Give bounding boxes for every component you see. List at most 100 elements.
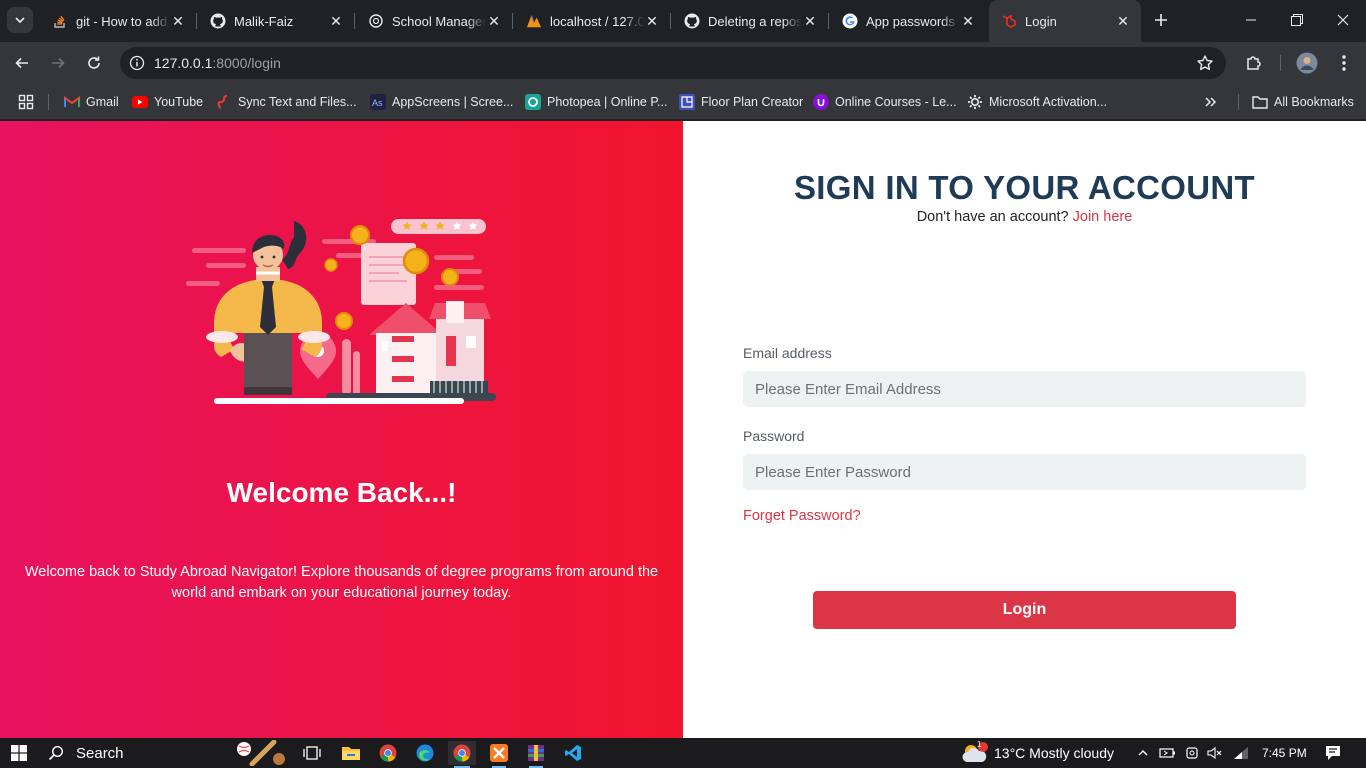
baseball-icon bbox=[237, 740, 285, 766]
bookmark-youtube[interactable]: YouTube bbox=[132, 91, 203, 113]
password-label: Password bbox=[743, 428, 805, 444]
bookmark-floor-plan[interactable]: Floor Plan Creator bbox=[679, 91, 803, 113]
bookmark-label: Photopea | Online P... bbox=[547, 95, 668, 109]
address-bar[interactable]: 127.0.0.1:8000/login bbox=[120, 47, 1226, 79]
network-status-icon[interactable] bbox=[1157, 741, 1177, 765]
taskbar-search[interactable]: Search bbox=[38, 738, 290, 768]
tab-separator bbox=[670, 13, 671, 29]
device-icon[interactable] bbox=[1183, 741, 1201, 765]
apps-button[interactable] bbox=[18, 91, 34, 113]
restore-button[interactable] bbox=[1274, 0, 1320, 40]
tab-school-management[interactable]: School Managem ✕ bbox=[356, 0, 512, 42]
extensions-button[interactable] bbox=[1240, 49, 1268, 77]
signin-title: SIGN IN TO YOUR ACCOUNT bbox=[794, 169, 1255, 206]
more-bookmarks-button[interactable] bbox=[1204, 91, 1218, 113]
close-icon[interactable]: ✕ bbox=[1115, 13, 1131, 29]
login-panel: SIGN IN TO YOUR ACCOUNT Don't have an ac… bbox=[683, 121, 1366, 738]
winrar-icon bbox=[528, 745, 544, 761]
tab-separator bbox=[828, 13, 829, 29]
udemy-icon bbox=[813, 94, 829, 110]
show-hidden-icons-button[interactable] bbox=[1134, 741, 1152, 765]
bookmark-star-icon[interactable] bbox=[1196, 54, 1214, 77]
bookmark-label: Floor Plan Creator bbox=[701, 95, 804, 109]
tab-title: localhost / 127.0 bbox=[550, 13, 644, 29]
back-button[interactable] bbox=[8, 49, 36, 77]
browser-toolbar: 127.0.0.1:8000/login bbox=[0, 42, 1366, 84]
edge-app-button[interactable] bbox=[412, 741, 438, 765]
apps-grid-icon bbox=[18, 94, 34, 110]
tab-deleting-repo[interactable]: Deleting a repos ✕ bbox=[672, 0, 828, 42]
chevron-up-icon bbox=[1138, 750, 1148, 756]
close-icon[interactable]: ✕ bbox=[328, 13, 344, 29]
password-field[interactable] bbox=[743, 454, 1306, 490]
bookmark-microsoft-activation[interactable]: Microsoft Activation... bbox=[967, 91, 1107, 113]
profile-avatar[interactable] bbox=[1293, 49, 1321, 77]
close-icon[interactable]: ✕ bbox=[960, 13, 976, 29]
windows-logo-icon bbox=[11, 745, 27, 761]
bookmark-online-courses[interactable]: Online Courses - Le... bbox=[813, 91, 957, 113]
sync-icon bbox=[216, 94, 232, 110]
winrar-app-button[interactable] bbox=[523, 741, 549, 768]
notification-icon bbox=[1326, 746, 1340, 760]
volume-button[interactable] bbox=[1205, 741, 1225, 765]
volume-muted-icon bbox=[1207, 746, 1222, 760]
phpmyadmin-icon bbox=[526, 13, 542, 29]
file-explorer-button[interactable] bbox=[338, 741, 364, 765]
tab-title: School Managem bbox=[392, 13, 486, 29]
bookmark-appscreens[interactable]: As AppScreens | Scree... bbox=[370, 91, 513, 113]
close-icon[interactable]: ✕ bbox=[644, 13, 660, 29]
tab-phpmyadmin[interactable]: localhost / 127.0 ✕ bbox=[514, 0, 670, 42]
clock[interactable]: 7:45 PM bbox=[1262, 741, 1307, 765]
tab-app-passwords[interactable]: App passwords ✕ bbox=[830, 0, 986, 42]
arrow-left-icon bbox=[15, 57, 28, 69]
welcome-text: Welcome back to Study Abroad Navigator! … bbox=[24, 564, 659, 601]
tab-title: App passwords bbox=[866, 13, 955, 29]
wifi-icon bbox=[1234, 747, 1248, 759]
tab-strip: git - How to add ✕ Malik-Faiz ✕ School M… bbox=[0, 0, 1366, 42]
photopea-icon bbox=[525, 94, 541, 110]
weather-text[interactable]: 13°C Mostly cloudy bbox=[994, 741, 1114, 765]
site-info-icon[interactable] bbox=[120, 55, 154, 71]
bookmark-separator bbox=[48, 94, 49, 110]
all-bookmarks-button[interactable]: All Bookmarks bbox=[1252, 91, 1354, 113]
close-icon[interactable]: ✕ bbox=[170, 13, 186, 29]
stackoverflow-icon bbox=[52, 13, 68, 29]
bookmarks-bar: Gmail YouTube Sync Text and Files... As … bbox=[0, 84, 1366, 120]
chrome-active-app-button[interactable] bbox=[448, 741, 476, 768]
tab-separator bbox=[354, 13, 355, 29]
windows-taskbar: Search 1 13°C Mostly cloudy 7:45 PM bbox=[0, 738, 1366, 768]
start-button[interactable] bbox=[8, 741, 30, 765]
login-button[interactable]: Login bbox=[813, 591, 1236, 629]
reload-button[interactable] bbox=[80, 49, 108, 77]
xampp-app-button[interactable] bbox=[486, 741, 512, 768]
wifi-button[interactable] bbox=[1231, 741, 1251, 765]
tab-separator bbox=[196, 13, 197, 29]
new-tab-button[interactable] bbox=[1150, 9, 1172, 31]
chrome-menu-button[interactable] bbox=[1330, 49, 1358, 77]
join-here-link[interactable]: Join here bbox=[1073, 209, 1133, 225]
close-icon[interactable]: ✕ bbox=[802, 13, 818, 29]
bookmark-gmail[interactable]: Gmail bbox=[64, 91, 119, 113]
notifications-button[interactable] bbox=[1320, 741, 1346, 765]
vscode-app-button[interactable] bbox=[560, 741, 586, 765]
minimize-icon bbox=[1246, 19, 1256, 21]
bookmark-photopea[interactable]: Photopea | Online P... bbox=[525, 91, 667, 113]
bookmark-sync-text[interactable]: Sync Text and Files... bbox=[216, 91, 357, 113]
tab-search-button[interactable] bbox=[7, 7, 33, 33]
arrow-right-icon bbox=[52, 57, 65, 69]
forgot-password-link[interactable]: Forget Password? bbox=[743, 508, 861, 524]
tab-git[interactable]: git - How to add ✕ bbox=[40, 0, 196, 42]
close-window-button[interactable] bbox=[1320, 0, 1366, 40]
all-bookmarks-label: All Bookmarks bbox=[1274, 95, 1354, 109]
tab-login-active[interactable]: Login ✕ bbox=[989, 0, 1141, 42]
edge-icon bbox=[416, 744, 434, 762]
chrome-app-button[interactable] bbox=[375, 741, 401, 765]
tab-malik-faiz[interactable]: Malik-Faiz ✕ bbox=[198, 0, 354, 42]
github-icon bbox=[210, 13, 226, 29]
task-view-button[interactable] bbox=[300, 741, 324, 765]
forward-button[interactable] bbox=[44, 49, 72, 77]
minimize-button[interactable] bbox=[1228, 0, 1274, 40]
weather-widget-icon[interactable]: 1 bbox=[960, 740, 990, 765]
email-field[interactable] bbox=[743, 371, 1306, 407]
close-icon[interactable]: ✕ bbox=[486, 13, 502, 29]
